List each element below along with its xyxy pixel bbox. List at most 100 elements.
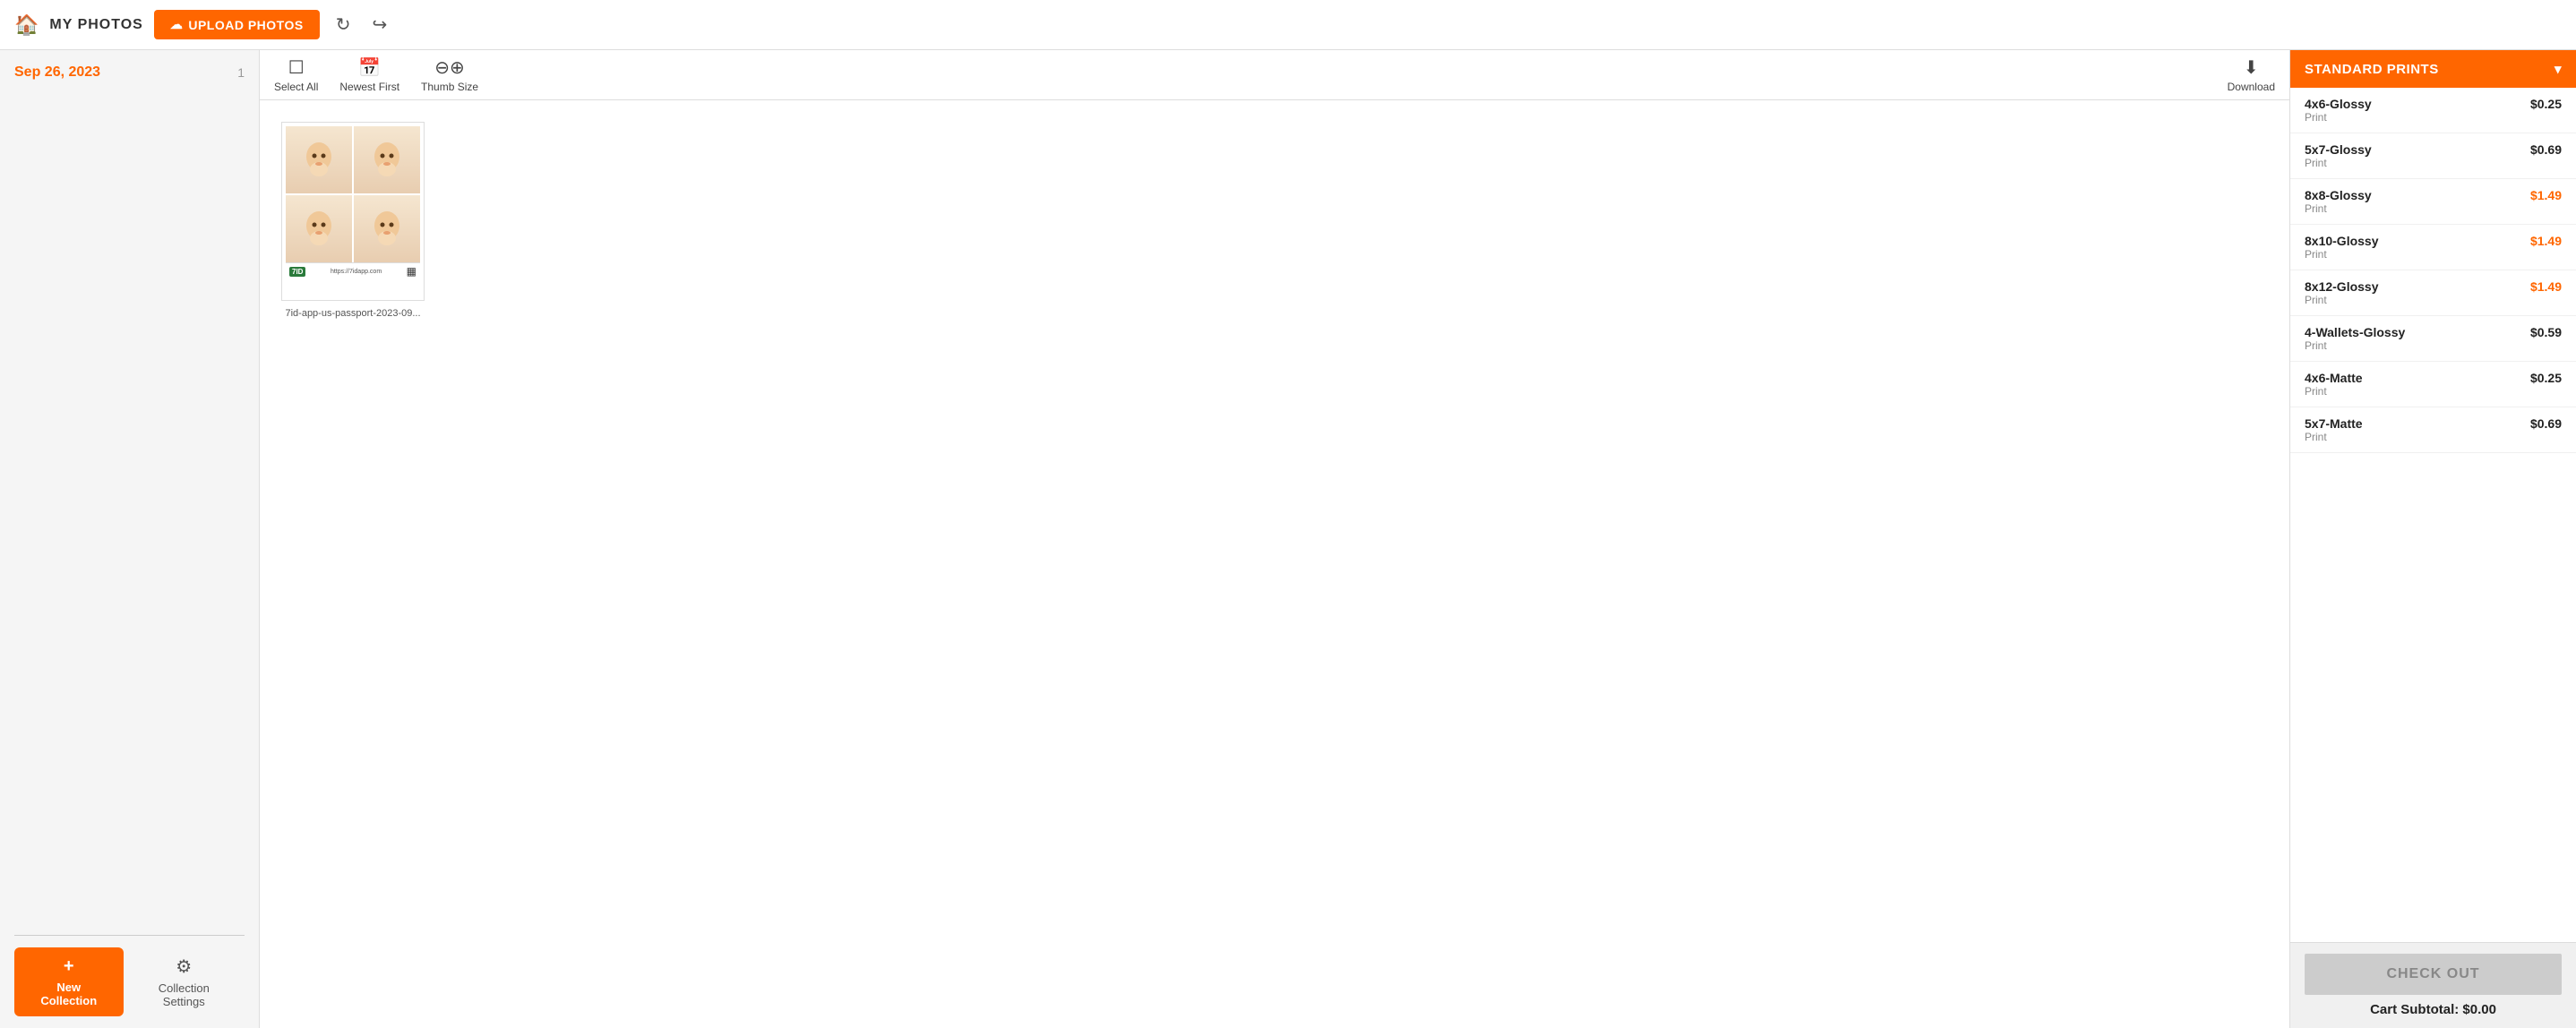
print-info: 4x6-Glossy Print (2305, 97, 2372, 124)
print-item[interactable]: 4-Wallets-Glossy Print $0.59 (2290, 316, 2576, 362)
photo-filename: 7id-app-us-passport-2023-09... (285, 308, 420, 319)
home-icon: 🏠 (14, 13, 39, 37)
baby-face-3 (286, 195, 352, 262)
photo-cell-1 (286, 126, 352, 193)
new-collection-label: New Collection (29, 981, 109, 1007)
thumb-size-button[interactable]: ⊖⊕ Thumb Size (421, 56, 478, 93)
right-sidebar: STANDARD PRINTS ▾ 4x6-Glossy Print $0.25… (2289, 50, 2576, 1028)
print-type: Print (2305, 248, 2379, 261)
refresh-button[interactable]: ↻ (331, 10, 356, 39)
share-button[interactable]: ↪ (366, 10, 392, 39)
print-info: 4x6-Matte Print (2305, 371, 2363, 398)
print-item[interactable]: 8x10-Glossy Print $1.49 (2290, 225, 2576, 270)
baby-face-2 (354, 126, 420, 193)
print-item[interactable]: 5x7-Glossy Print $0.69 (2290, 133, 2576, 179)
date-label: Sep 26, 2023 (14, 64, 100, 81)
sidebar-spacer (0, 88, 259, 935)
center-content: ☐ Select All 📅 Newest First ⊖⊕ Thumb Siz… (260, 50, 2289, 1028)
thumb-size-icon: ⊖⊕ (434, 56, 465, 79)
print-info: 8x12-Glossy Print (2305, 279, 2379, 306)
print-type: Print (2305, 202, 2372, 215)
print-type: Print (2305, 385, 2363, 398)
print-type: Print (2305, 339, 2405, 352)
photo-cell-4 (354, 195, 420, 262)
date-count: 1 (237, 65, 245, 80)
print-name: 8x8-Glossy (2305, 188, 2372, 202)
date-row: Sep 26, 2023 1 (0, 50, 259, 88)
photo-image-wrapper: 7ID https://7idapp.com ▦ (281, 122, 425, 301)
top-bar: 🏠 MY PHOTOS ☁ UPLOAD PHOTOS ↻ ↪ (0, 0, 2576, 50)
plus-icon: + (64, 956, 74, 977)
print-price: $1.49 (2530, 188, 2562, 202)
select-all-label: Select All (274, 81, 318, 93)
new-collection-button[interactable]: + New Collection (14, 947, 124, 1016)
select-all-button[interactable]: ☐ Select All (274, 56, 318, 93)
download-button[interactable]: ⬇ Download (2228, 56, 2275, 93)
checkout-area: CHECK OUT Cart Subtotal: $0.00 (2290, 942, 2576, 1028)
photo-grid (286, 126, 420, 262)
baby-face-1 (286, 126, 352, 193)
print-item[interactable]: 4x6-Glossy Print $0.25 (2290, 88, 2576, 133)
thumb-size-label: Thumb Size (421, 81, 478, 93)
checkout-label: CHECK OUT (2386, 966, 2479, 981)
newest-first-label: Newest First (339, 81, 399, 93)
share-icon: ↪ (372, 15, 387, 35)
print-info: 8x10-Glossy Print (2305, 234, 2379, 261)
print-item[interactable]: 5x7-Matte Print $0.69 (2290, 407, 2576, 453)
baby-face-4 (354, 195, 420, 262)
print-type: Print (2305, 294, 2379, 306)
print-item[interactable]: 8x8-Glossy Print $1.49 (2290, 179, 2576, 225)
photo-cell-2 (354, 126, 420, 193)
cart-subtotal: Cart Subtotal: $0.00 (2305, 1002, 2562, 1017)
print-info: 8x8-Glossy Print (2305, 188, 2372, 215)
print-name: 4-Wallets-Glossy (2305, 325, 2405, 339)
upload-cloud-icon: ☁ (170, 17, 184, 32)
photo-area: 7ID https://7idapp.com ▦ 7id-app-us-pass… (260, 100, 2289, 1028)
download-label: Download (2228, 81, 2275, 93)
main-layout: Sep 26, 2023 1 + New Collection ⚙ Collec… (0, 50, 2576, 1028)
print-price: $0.69 (2530, 416, 2562, 431)
gear-icon: ⚙ (176, 955, 192, 978)
print-price: $0.25 (2530, 97, 2562, 111)
refresh-icon: ↻ (336, 15, 351, 35)
chevron-down-icon: ▾ (2555, 61, 2562, 77)
print-info: 5x7-Glossy Print (2305, 142, 2372, 169)
sidebar-actions: + New Collection ⚙ Collection Settings (0, 936, 259, 1028)
prints-list: 4x6-Glossy Print $0.25 5x7-Glossy Print … (2290, 88, 2576, 942)
print-name: 8x10-Glossy (2305, 234, 2379, 248)
print-name: 5x7-Glossy (2305, 142, 2372, 157)
print-name: 4x6-Glossy (2305, 97, 2372, 111)
standard-prints-button[interactable]: STANDARD PRINTS ▾ (2290, 50, 2576, 88)
photo-url: https://7idapp.com (331, 269, 382, 275)
photo-cell-3 (286, 195, 352, 262)
print-info: 5x7-Matte Print (2305, 416, 2363, 443)
print-info: 4-Wallets-Glossy Print (2305, 325, 2405, 352)
print-type: Print (2305, 431, 2363, 443)
photo-thumbnail[interactable]: 7ID https://7idapp.com ▦ 7id-app-us-pass… (281, 122, 425, 319)
toolbar: ☐ Select All 📅 Newest First ⊖⊕ Thumb Siz… (260, 50, 2289, 100)
download-icon: ⬇ (2244, 56, 2259, 79)
print-type: Print (2305, 111, 2372, 124)
print-price: $1.49 (2530, 234, 2562, 248)
my-photos-label: MY PHOTOS (49, 17, 142, 33)
print-price: $0.69 (2530, 142, 2562, 157)
photo-bottom-bar: 7ID https://7idapp.com ▦ (286, 262, 420, 279)
checkbox-icon: ☐ (288, 56, 305, 79)
photo-logo: 7ID (289, 267, 305, 277)
print-name: 5x7-Matte (2305, 416, 2363, 431)
collection-settings-label: Collection Settings (138, 981, 230, 1008)
collection-settings-button[interactable]: ⚙ Collection Settings (124, 947, 245, 1017)
sort-icon: 📅 (358, 56, 381, 79)
checkout-button[interactable]: CHECK OUT (2305, 954, 2562, 995)
print-price: $0.25 (2530, 371, 2562, 385)
newest-first-button[interactable]: 📅 Newest First (339, 56, 399, 93)
print-type: Print (2305, 157, 2372, 169)
qr-code-icon: ▦ (407, 265, 416, 278)
upload-button-label: UPLOAD PHOTOS (188, 18, 303, 32)
print-name: 8x12-Glossy (2305, 279, 2379, 294)
standard-prints-label: STANDARD PRINTS (2305, 62, 2439, 77)
print-item[interactable]: 8x12-Glossy Print $1.49 (2290, 270, 2576, 316)
upload-photos-button[interactable]: ☁ UPLOAD PHOTOS (154, 10, 320, 39)
print-item[interactable]: 4x6-Matte Print $0.25 (2290, 362, 2576, 407)
print-price: $1.49 (2530, 279, 2562, 294)
